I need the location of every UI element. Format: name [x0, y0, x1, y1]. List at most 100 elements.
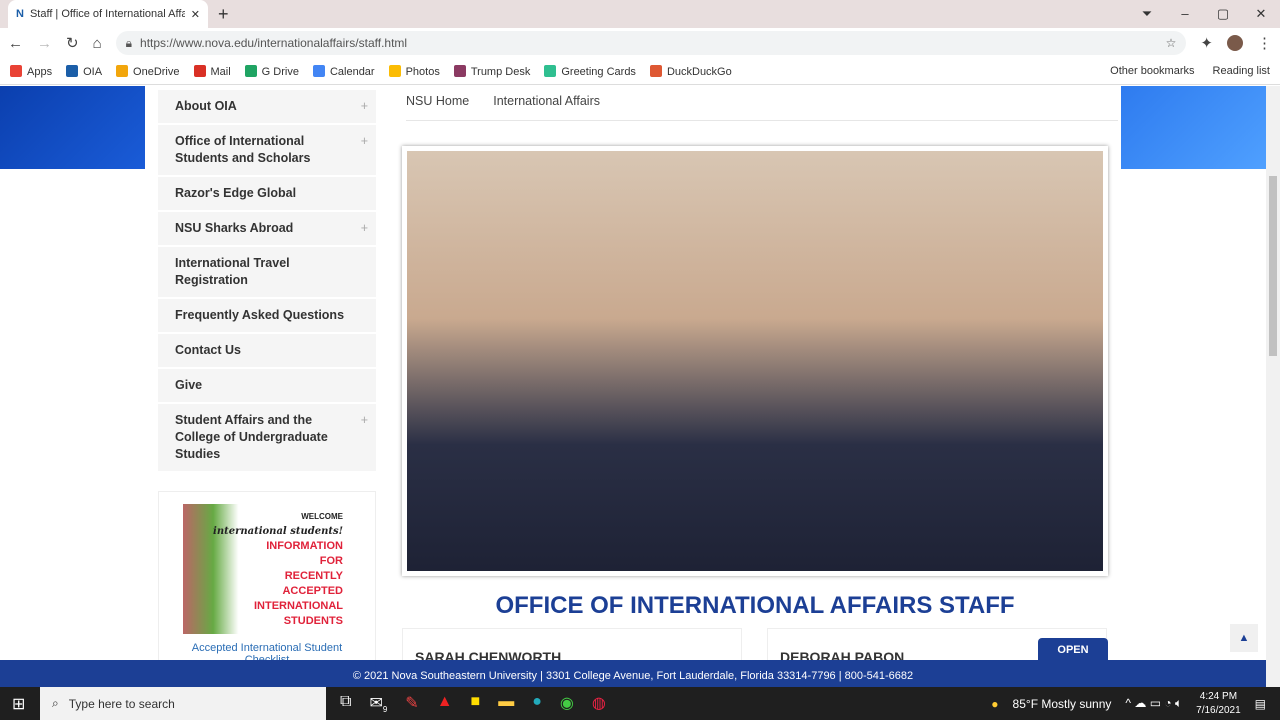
reload-button[interactable]: ↻ [66, 34, 79, 52]
bookmark-trump-desk[interactable]: Trump Desk [453, 64, 531, 78]
bookmark-g-drive[interactable]: G Drive [244, 64, 299, 78]
sidebar-item[interactable]: Frequently Asked Questions [158, 299, 376, 334]
promo-line: RECENTLY [284, 570, 343, 582]
staff-name: SARAH CHENWORTH [415, 649, 562, 660]
bookmark-duckduckgo[interactable]: DuckDuckGo [649, 64, 732, 78]
expand-plus-icon[interactable]: + [361, 133, 368, 150]
bookmark-star-icon[interactable]: ☆ [1166, 36, 1177, 50]
bookmark-icon [193, 64, 206, 77]
bookmark-icon [388, 64, 401, 77]
bookmark-label: Trump Desk [470, 65, 531, 78]
bookmark-icon [544, 64, 557, 77]
page-title: OFFICE OF INTERNATIONAL AFFAIRS STAFF [495, 592, 1015, 619]
menu-icon[interactable]: ⋮ [1257, 34, 1272, 52]
bookmark-label: OIA [83, 65, 103, 78]
sticky-notes-icon[interactable]: ■ [471, 693, 481, 714]
new-tab-button[interactable]: + [218, 4, 229, 25]
clock[interactable]: 4:24 PM 7/16/2021 [1196, 690, 1241, 718]
scrollbar-thumb[interactable] [1269, 176, 1277, 356]
welcome-international-students-image[interactable]: WELCOME international students! INFORMAT… [183, 504, 351, 634]
expand-plus-icon[interactable]: + [361, 98, 368, 115]
accepted-student-checklist-link[interactable]: Accepted International Student Checklist [169, 642, 365, 660]
promo-line: INTERNATIONAL [253, 600, 343, 612]
weather-icon: ● [991, 696, 999, 711]
forward-button[interactable]: → [37, 35, 52, 52]
extensions-icon[interactable]: ✦ [1200, 34, 1213, 52]
close-window-button[interactable]: ✕ [1242, 0, 1280, 28]
file-explorer-icon[interactable]: ▬ [498, 693, 514, 714]
sidebar-item[interactable]: Student Affairs and the College of Under… [158, 404, 376, 473]
windows-start-icon[interactable]: ⊞ [12, 694, 25, 714]
taskbar-search[interactable]: ⌕ Type here to search [40, 687, 326, 720]
banner-image-right [1121, 86, 1266, 169]
bookmark-oia[interactable]: OIA [66, 64, 103, 78]
breadcrumb-international-affairs[interactable]: International Affairs [493, 94, 600, 108]
lock-icon: 🔒︎ [125, 35, 133, 50]
bookmark-icon [244, 64, 257, 77]
chrome-icon[interactable]: ◉ [560, 693, 574, 714]
app-icon[interactable]: ✎ [405, 693, 418, 714]
promo-script: international students! [213, 526, 343, 537]
avatar[interactable] [1227, 35, 1243, 51]
bookmark-apps[interactable]: Apps [10, 64, 52, 78]
bookmark-photos[interactable]: Photos [388, 64, 440, 78]
staff-card[interactable]: SARAH CHENWORTH [402, 628, 742, 660]
app-icon[interactable]: ◍ [592, 693, 606, 714]
bookmark-icon [453, 64, 466, 77]
sidebar-item-label: Office of International Students and Sch… [175, 134, 311, 165]
address-bar[interactable]: 🔒︎ https://www.nova.edu/internationalaff… [115, 31, 1187, 55]
back-button[interactable]: ← [8, 35, 23, 52]
expand-plus-icon[interactable]: + [361, 220, 368, 237]
staff-group-photo [402, 146, 1108, 576]
bookmark-label: Photos [405, 65, 440, 78]
close-tab-icon[interactable]: ✕ [191, 8, 200, 21]
date: 7/16/2021 [1196, 704, 1241, 716]
breadcrumb-nsu-home[interactable]: NSU Home [406, 94, 469, 108]
notifications-icon[interactable]: ▤ [1255, 697, 1266, 711]
profile-menu-icon[interactable]: ⏷ [1128, 0, 1166, 28]
reading-list[interactable]: Reading list [1213, 65, 1270, 77]
promo-welcome: WELCOME [301, 512, 343, 521]
sidebar-item[interactable]: Razor's Edge Global [158, 177, 376, 212]
acrobat-icon[interactable]: ▲ [437, 693, 453, 714]
other-bookmarks[interactable]: Other bookmarks [1110, 65, 1194, 77]
sidebar-nav: About OIA + Office of International Studen… [158, 90, 376, 660]
maximize-button[interactable]: ▢ [1204, 0, 1242, 28]
open-chat-button[interactable]: OPEN [1038, 638, 1108, 660]
sidebar-item-label: Razor's Edge Global [175, 186, 297, 200]
sidebar-item[interactable]: NSU Sharks Abroad + [158, 212, 376, 247]
scrollbar[interactable] [1266, 86, 1280, 687]
sidebar-item[interactable]: International Travel Registration [158, 247, 376, 299]
bookmark-icon [66, 64, 79, 77]
sidebar-item[interactable]: About OIA + [158, 90, 376, 125]
bookmark-label: OneDrive [133, 65, 180, 78]
bookmark-calendar[interactable]: Calendar [312, 64, 375, 78]
browser-tab[interactable]: N Staff | Office of International Affair… [8, 0, 208, 28]
sidebar-item-label: Give [175, 378, 203, 392]
home-button[interactable]: ⌂ [93, 35, 102, 52]
mail-badge: 9 [382, 705, 388, 715]
sidebar-item[interactable]: Office of International Students and Sch… [158, 125, 376, 177]
expand-plus-icon[interactable]: + [361, 412, 368, 429]
bookmark-icon [116, 64, 129, 77]
bookmark-greeting-cards[interactable]: Greeting Cards [544, 64, 636, 78]
bookmark-onedrive[interactable]: OneDrive [116, 64, 180, 78]
sidebar-item[interactable]: Give [158, 369, 376, 404]
bookmark-icon [10, 64, 22, 77]
weather-text[interactable]: 85°F Mostly sunny [1013, 697, 1112, 711]
back-to-top-button[interactable]: ▲ [1230, 624, 1258, 652]
task-view-icon[interactable]: ⧉ [340, 693, 351, 714]
bookmark-mail[interactable]: Mail [193, 64, 231, 78]
minimize-button[interactable]: – [1166, 0, 1204, 28]
bookmark-icon [649, 64, 662, 77]
sidebar-item-label: NSU Sharks Abroad [175, 221, 294, 235]
sidebar-item[interactable]: Contact Us [158, 334, 376, 369]
nova-favicon-icon: N [16, 8, 24, 20]
search-icon: ⌕ [52, 696, 59, 710]
time: 4:24 PM [1199, 690, 1238, 702]
url-text: https://www.nova.edu/internationalaffair… [140, 36, 408, 50]
tray-icons[interactable]: ^ ☁ ▭ ◔ 🔈︎ [1125, 696, 1182, 711]
promo-line: ACCEPTED [282, 585, 343, 597]
edge-icon[interactable]: ● [532, 693, 542, 714]
mail-icon[interactable]: ✉9 [369, 693, 387, 714]
